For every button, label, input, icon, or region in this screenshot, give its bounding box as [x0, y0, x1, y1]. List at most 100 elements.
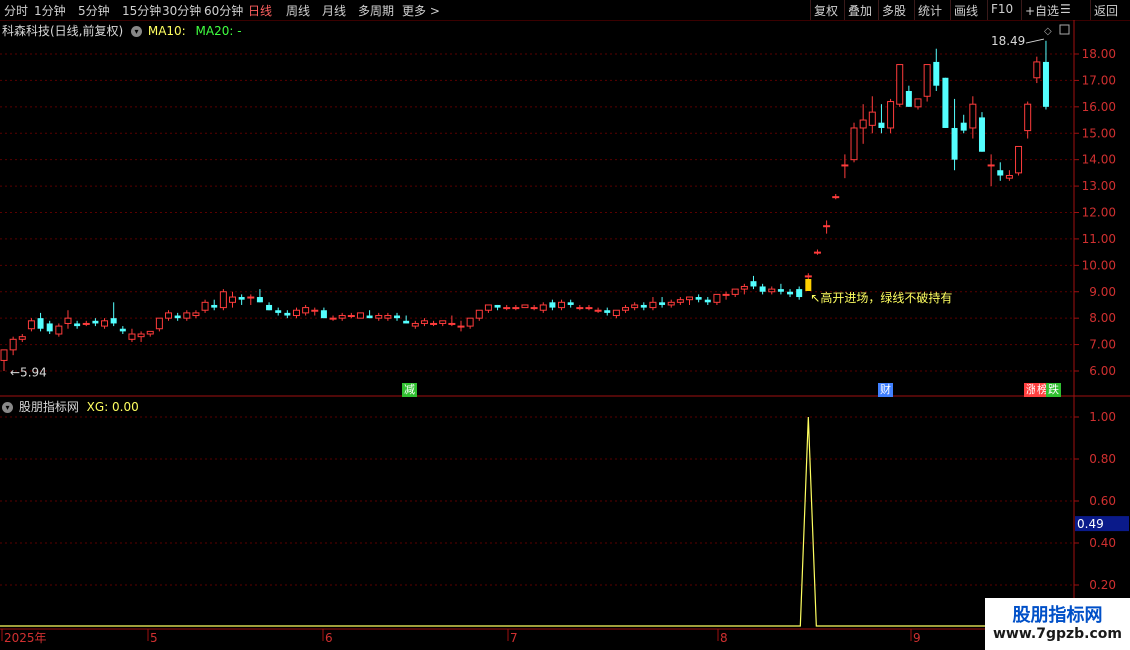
price-tick-label: 8.00: [1089, 311, 1116, 325]
watermark-url: www.7gpzb.com: [992, 626, 1122, 642]
indicator-tick-label: 1.00: [1089, 410, 1116, 424]
candle-body: [512, 307, 520, 310]
toolbar-tab-2[interactable]: 5分钟: [78, 2, 110, 19]
toolbar-button-3[interactable]: 统计: [918, 2, 942, 19]
candle-body: [201, 301, 209, 311]
indicator-tick-label: 0.60: [1089, 494, 1116, 508]
xg-indicator-line: [0, 416, 1074, 627]
candle-body: [695, 297, 702, 300]
high-price-arrow: [1025, 38, 1045, 44]
event-tag[interactable]: 减: [402, 383, 417, 397]
candle-body: [27, 320, 35, 330]
candle-body: [804, 275, 812, 278]
toolbar-tab-7[interactable]: 周线: [286, 2, 310, 19]
candle-body: [74, 323, 81, 327]
panel-toggle-icon: [1059, 24, 1070, 35]
candle-body: [859, 119, 867, 129]
toolbar-button-2[interactable]: 多股: [882, 2, 906, 19]
candle-body: [320, 310, 327, 319]
candle-body: [394, 315, 401, 319]
toolbar-tab-4[interactable]: 30分钟: [162, 2, 201, 19]
candle-body: [1015, 145, 1023, 174]
price-tick-label: 9.00: [1089, 285, 1116, 299]
candle-body: [612, 309, 620, 317]
candle-body: [46, 323, 53, 332]
candle-body: [576, 307, 584, 310]
menu-icon[interactable]: ☰: [1060, 2, 1071, 16]
candle-body: [247, 296, 255, 299]
candle-body: [256, 297, 263, 303]
stock-title-text: 科森科技(日线,前复权): [2, 24, 124, 38]
price-tick-label: 16.00: [1082, 100, 1116, 114]
toolbar-button-0[interactable]: 复权: [814, 2, 838, 19]
signal-annotation: ↖高开进场，绿线不破持有: [810, 290, 952, 305]
candle-body: [987, 164, 995, 167]
candle-body: [292, 309, 300, 317]
candle-body: [667, 301, 675, 306]
candle-body: [484, 304, 492, 311]
candle-body: [887, 101, 895, 129]
candle-body: [494, 304, 501, 308]
candle-body: [796, 289, 803, 298]
toolbar-tab-9[interactable]: 多周期: [358, 2, 394, 19]
toolbar-button-6[interactable]: +自选: [1025, 2, 1059, 19]
candle-body: [311, 309, 319, 312]
candle-body: [713, 293, 721, 303]
toolbar-tab-1[interactable]: 1分钟: [34, 2, 66, 19]
candle-body: [640, 304, 647, 308]
candle-body: [759, 286, 766, 292]
toolbar-tab-0[interactable]: 分时: [4, 2, 28, 19]
candle-body: [868, 111, 876, 126]
toolbar-separator: [878, 0, 879, 20]
ma10-label: MA10:: [147, 24, 186, 38]
indicator-tick-label: 0.80: [1089, 452, 1116, 466]
toolbar-tab-10[interactable]: 更多 >: [402, 2, 440, 19]
ma-dropdown-icon[interactable]: ▾: [131, 26, 143, 37]
price-tick-label: 7.00: [1089, 338, 1116, 352]
candle-body: [284, 312, 291, 316]
event-tag[interactable]: 跌: [1046, 383, 1061, 397]
candle-body: [9, 338, 17, 351]
candle-body: [594, 309, 602, 312]
toolbar-separator: [1090, 0, 1091, 20]
candle-body: [366, 315, 373, 319]
toolbar-button-5[interactable]: F10: [991, 2, 1013, 16]
indicator-tick-label: 0.20: [1089, 578, 1116, 592]
candle-body: [192, 312, 200, 317]
candle-body: [211, 304, 218, 308]
toolbar-tab-6[interactable]: 日线: [248, 2, 272, 19]
watermark: 股朋指标网 www.7gpzb.com: [985, 598, 1130, 650]
toolbar-tab-8[interactable]: 月线: [322, 2, 346, 19]
cursor-value-text: 0.49: [1077, 517, 1104, 531]
top-toolbar: 分时 1分钟 5分钟 15分钟 30分钟 60分钟 日线 周线 月线 多周期 更多 > 复权 叠加 多股统…: [0, 0, 1130, 21]
candle-body: [329, 317, 337, 320]
candle-body: [155, 317, 163, 330]
toolbar-tab-5[interactable]: 60分钟: [204, 2, 243, 19]
candle-body: [338, 315, 346, 319]
chart-canvas: 18.00 17.00 16.00 15.00 14.00 13.00 12.00 11.00…: [0, 20, 1130, 645]
candle-body: [439, 320, 447, 324]
candle-body: [128, 333, 136, 340]
price-tick-label: 12.00: [1082, 206, 1116, 220]
candle-body: [558, 301, 566, 309]
x-axis-label: 7: [510, 631, 518, 645]
event-tag[interactable]: 财: [878, 383, 893, 397]
candle-body: [878, 122, 885, 128]
candle-body: [82, 322, 90, 325]
candle-body: [567, 302, 574, 305]
candle-body: [0, 349, 8, 361]
indicator-dropdown-icon[interactable]: ▾: [2, 402, 13, 413]
price-tick-label: 6.00: [1089, 364, 1116, 378]
candle-body: [823, 225, 831, 228]
toolbar-button-1[interactable]: 叠加: [848, 2, 872, 19]
x-axis-label: 9: [913, 631, 921, 645]
candle-body: [704, 299, 711, 303]
ma20-label: MA20: -: [195, 24, 242, 38]
candle-body: [475, 309, 483, 319]
toolbar-separator: [914, 0, 915, 20]
toolbar-tab-3[interactable]: 15分钟: [122, 2, 161, 19]
candle-body: [55, 325, 63, 335]
candle-body: [585, 307, 593, 310]
toolbar-button-4[interactable]: 画线: [954, 2, 978, 19]
toolbar-button-7[interactable]: 返回: [1094, 2, 1118, 19]
